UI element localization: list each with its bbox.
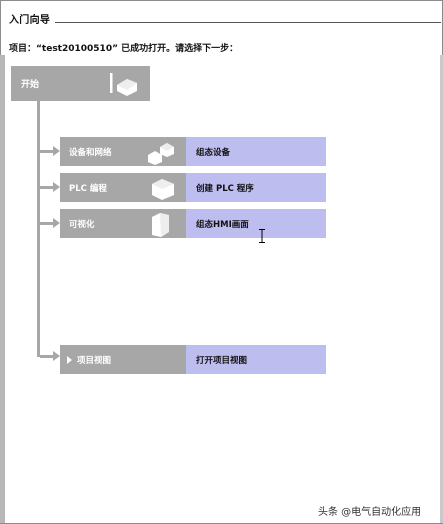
step-label-project-view: 项目视图 — [77, 356, 112, 366]
flow-arrow-2 — [53, 182, 60, 192]
devices-networks-step[interactable]: 设备和网络 — [60, 137, 186, 166]
action-label-configure-device: 组态设备 — [196, 148, 231, 158]
plc-programming-icon — [152, 179, 174, 200]
create-plc-program-button[interactable]: 创建 PLC 程序 — [186, 173, 326, 202]
step-label-visualization: 可视化 — [69, 220, 95, 230]
plc-programming-step[interactable]: PLC 编程 — [60, 173, 186, 202]
flow-arrow-4 — [53, 351, 60, 361]
action-label-configure-hmi-screen: 组态HMI画面 — [196, 220, 249, 230]
portal-canvas — [5, 55, 440, 523]
open-project-view-button[interactable]: 打开项目视图 — [186, 345, 326, 374]
flow-branch-2 — [40, 186, 54, 189]
watermark-text: 头条 @电气自动化应用 — [318, 507, 422, 518]
devices-networks-icon — [148, 143, 174, 165]
configure-hmi-screen-button[interactable]: 组态HMI画面 — [186, 209, 326, 238]
project-status-message: 项目：“test20100510” 已成功打开。请选择下一步： — [9, 44, 239, 54]
action-label-open-project-view: 打开项目视图 — [196, 356, 248, 366]
visualization-step[interactable]: 可视化 — [60, 209, 186, 238]
start-button[interactable]: 开始 — [11, 66, 150, 101]
page-title: 入门向导 — [9, 15, 51, 26]
step-label-devices-networks: 设备和网络 — [69, 148, 112, 158]
flow-connector-trunk — [37, 101, 40, 357]
start-label: 开始 — [21, 80, 40, 90]
project-view-step[interactable]: 项目视图 — [60, 345, 186, 374]
title-divider — [55, 22, 441, 23]
start-icon — [110, 73, 137, 96]
flow-arrow-3 — [53, 218, 60, 228]
play-arrow-icon — [67, 356, 72, 364]
action-label-create-plc-program: 创建 PLC 程序 — [196, 184, 254, 194]
configure-device-button[interactable]: 组态设备 — [186, 137, 326, 166]
flow-branch-3 — [40, 222, 54, 225]
step-label-plc-programming: PLC 编程 — [69, 184, 107, 194]
mouse-cursor-icon — [259, 229, 265, 243]
visualization-icon — [152, 213, 169, 237]
flow-branch-1 — [40, 150, 54, 153]
flow-arrow-1 — [53, 146, 60, 156]
flow-branch-4 — [40, 355, 54, 358]
